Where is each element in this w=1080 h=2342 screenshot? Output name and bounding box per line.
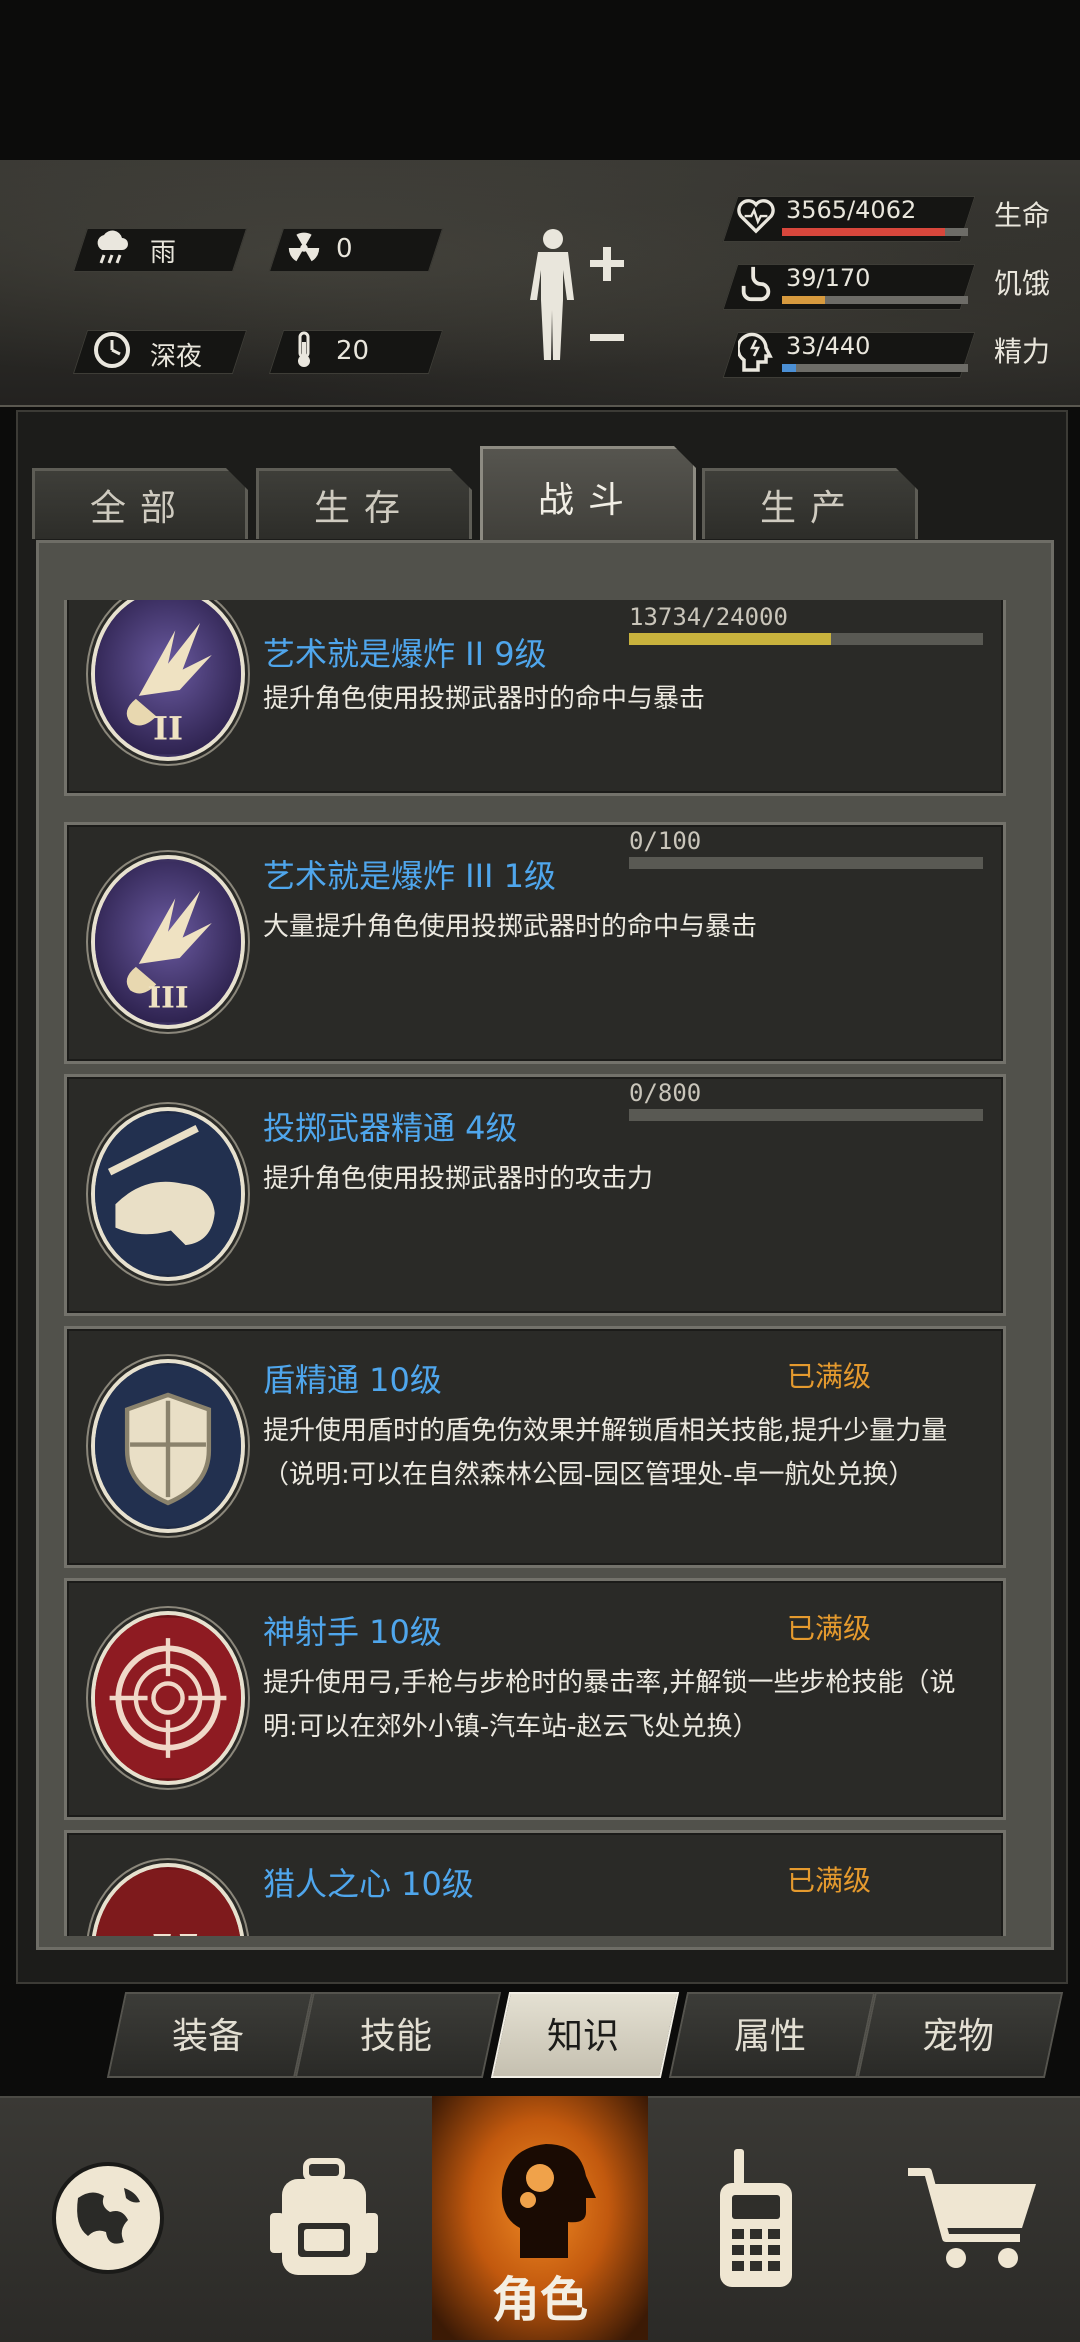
- subtab-attributes[interactable]: 属性: [678, 1992, 862, 2074]
- subtab-knowledge[interactable]: 知识: [500, 1992, 666, 2074]
- skill-title: 神射手 10级: [263, 1613, 442, 1651]
- hunger-label: 饥饿: [994, 267, 1051, 300]
- brain-head-icon: [734, 330, 778, 374]
- svg-text:III: III: [148, 981, 189, 1015]
- tab-combat[interactable]: 战斗: [480, 446, 696, 545]
- subtab-skills[interactable]: 技能: [304, 1992, 488, 2074]
- life-label: 生命: [994, 199, 1051, 232]
- skill-card[interactable]: 盾精通 10级 已满级 提升使用盾时的盾免伤效果并解锁盾相关技能,提升少量力量（…: [64, 1326, 1006, 1568]
- energy-bar: [782, 364, 968, 372]
- energy-label: 精力: [994, 335, 1051, 368]
- skill-progress-bar: [629, 1109, 983, 1121]
- body-figure-icon[interactable]: [520, 222, 650, 382]
- walkie-talkie-icon: [720, 2149, 792, 2287]
- max-level-label: 已满级: [787, 1612, 872, 1645]
- hunger-value: 39/170: [786, 264, 871, 292]
- radiation-value: 0: [336, 234, 353, 264]
- radiation-icon: [282, 226, 326, 270]
- subtab-pets[interactable]: 宠物: [866, 1992, 1050, 2074]
- skill-progress-text: 0/100: [629, 827, 702, 855]
- stomach-icon: [734, 262, 778, 306]
- skill-description: 提升角色使用投掷武器时的攻击力: [263, 1164, 654, 1194]
- throwing-arm-icon: [91, 1107, 245, 1281]
- shopping-cart-icon: [908, 2168, 1036, 2268]
- skill-progress-text: 0/800: [629, 1079, 702, 1107]
- temperature-value: 20: [336, 336, 370, 366]
- subtab-equipment[interactable]: 装备: [116, 1992, 300, 2074]
- skill-title: 艺术就是爆炸 II 9级: [263, 635, 547, 673]
- hunger-bar: [782, 296, 968, 304]
- skill-title: 投掷武器精通 4级: [263, 1109, 518, 1147]
- skill-card[interactable]: 猎人之心 10级 已满级: [64, 1830, 1006, 1936]
- backpack-icon: [270, 2158, 378, 2275]
- skill-description: 提升使用弓,手枪与步枪时的暴击率,并解锁一些步枪技能（说明:可以在郊外小镇-汽车…: [263, 1668, 956, 1742]
- globe-icon: [52, 2162, 164, 2274]
- skill-list[interactable]: II 艺术就是爆炸 II 9级 13734/24000 提升角色使用投掷武器时的…: [64, 600, 1010, 1936]
- skill-description: 提升角色使用投掷武器时的命中与暴击: [263, 684, 706, 714]
- skill-description: 提升使用盾时的盾免伤效果并解锁盾相关技能,提升少量力量（说明:可以在自然森林公园…: [263, 1416, 948, 1490]
- skill-card[interactable]: II 艺术就是爆炸 II 9级 13734/24000 提升角色使用投掷武器时的…: [64, 600, 1006, 796]
- nav-shop[interactable]: [864, 2096, 1080, 2340]
- nav-inventory[interactable]: [216, 2096, 432, 2340]
- skill-description: 大量提升角色使用投掷武器时的命中与暴击: [263, 912, 758, 942]
- skill-card[interactable]: III 艺术就是爆炸 III 1级 0/100 大量提升角色使用投掷武器时的命中…: [64, 822, 1006, 1064]
- time-label: 深夜: [150, 342, 203, 372]
- character-head-icon: [501, 2144, 596, 2258]
- tab-survival[interactable]: 生存: [256, 468, 472, 539]
- skill-title: 盾精通 10级: [263, 1361, 442, 1399]
- claw-icon: [91, 1863, 245, 1936]
- rain-cloud-icon: [90, 226, 134, 270]
- clock-icon: [90, 328, 134, 372]
- weather-label: 雨: [150, 238, 177, 268]
- skill-title: 猎人之心 10级: [263, 1865, 474, 1903]
- explosion-ii-icon: II: [91, 600, 245, 761]
- skill-progress-text: 13734/24000: [629, 603, 788, 631]
- heart-icon: [734, 194, 778, 238]
- skill-card[interactable]: 投掷武器精通 4级 0/800 提升角色使用投掷武器时的攻击力: [64, 1074, 1006, 1316]
- tab-production[interactable]: 生产: [702, 468, 918, 539]
- energy-value: 33/440: [786, 332, 871, 360]
- max-level-label: 已满级: [787, 1360, 872, 1393]
- tab-all[interactable]: 全部: [32, 468, 248, 539]
- shield-icon: [91, 1359, 245, 1533]
- skill-progress-bar: [629, 633, 983, 645]
- skill-card[interactable]: 神射手 10级 已满级 提升使用弓,手枪与步枪时的暴击率,并解锁一些步枪技能（说…: [64, 1578, 1006, 1820]
- max-level-label: 已满级: [787, 1864, 872, 1897]
- skill-title: 艺术就是爆炸 III 1级: [263, 857, 557, 895]
- thermometer-icon: [282, 328, 326, 372]
- nav-radio[interactable]: [648, 2096, 864, 2340]
- nav-character-label: 角色: [491, 2272, 588, 2328]
- life-value: 3565/4062: [786, 196, 917, 224]
- life-bar: [782, 228, 968, 236]
- explosion-iii-icon: III: [91, 855, 245, 1029]
- crosshair-icon: [91, 1611, 245, 1785]
- svg-text:II: II: [153, 710, 183, 748]
- skill-progress-bar: [629, 857, 983, 869]
- nav-map[interactable]: [0, 2096, 216, 2340]
